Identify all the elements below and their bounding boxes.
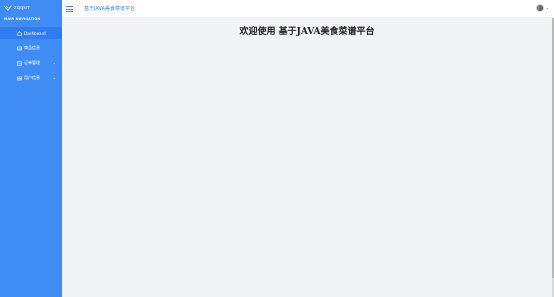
hamburger-menu-icon[interactable]: [66, 6, 73, 12]
chevron-down-icon: ⌄: [52, 60, 56, 65]
welcome-heading: 欢迎使用 基于JAVA美食菜谱平台: [239, 27, 375, 37]
chevron-down-icon: ⌄: [52, 75, 56, 80]
brand-logo[interactable]: zqqsrr: [4, 3, 30, 13]
avatar[interactable]: [536, 4, 544, 12]
image-icon: [17, 46, 22, 51]
sidebar-item-label: 订单管理: [24, 60, 40, 65]
sidebar-item-label: 用户信息: [24, 75, 40, 80]
list-icon: [17, 60, 22, 66]
main-content: 欢迎使用 基于JAVA美食菜谱平台: [62, 18, 552, 297]
home-icon: [17, 30, 22, 36]
sidebar-item-dashboard[interactable]: Dashboard: [0, 27, 71, 39]
logo-icon: [4, 5, 12, 11]
sidebar-item-label: 商品信息: [24, 45, 40, 50]
user-card-icon: [17, 76, 22, 81]
section-label: MAIN NAVIGATION: [4, 17, 41, 21]
sidebar-item-users[interactable]: 用户信息 ⌄: [0, 72, 62, 84]
sidebar-item-orders[interactable]: 订单管理 ⌄: [0, 57, 62, 69]
header-title: 基于JAVA美食菜谱平台: [84, 6, 136, 12]
top-header: 基于JAVA美食菜谱平台 ⌄: [62, 0, 554, 18]
chevron-down-icon[interactable]: ⌄: [546, 5, 549, 10]
sidebar: zqqsrr MAIN NAVIGATION Dashboard 商品信息 订单…: [0, 0, 71, 297]
sidebar-item-label: Dashboard: [24, 30, 46, 36]
sidebar-item-products[interactable]: 商品信息: [0, 42, 62, 54]
brand-text: zqqsrr: [14, 5, 31, 11]
